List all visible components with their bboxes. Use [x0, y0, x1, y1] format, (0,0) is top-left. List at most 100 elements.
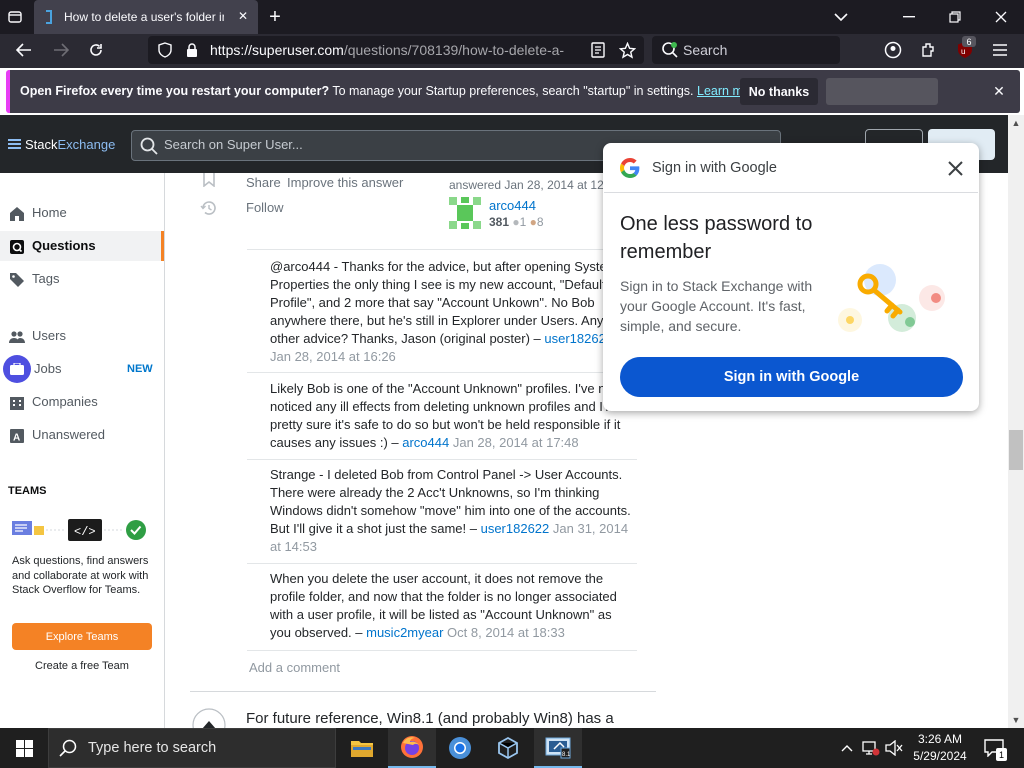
minimize-icon[interactable]	[900, 8, 918, 26]
scroll-up-icon[interactable]: ▲	[1008, 116, 1024, 130]
menu-hamburger-icon[interactable]	[990, 40, 1010, 60]
explore-teams-button[interactable]: Explore Teams	[12, 623, 152, 650]
sidebar-item-home[interactable]: Home	[0, 198, 164, 228]
virtualbox-icon[interactable]	[484, 728, 532, 768]
window-close-icon[interactable]	[992, 8, 1010, 26]
reload-icon[interactable]	[86, 40, 106, 60]
comment: Strange - I deleted Bob from Control Pan…	[270, 467, 631, 554]
notification-secondary-button[interactable]	[826, 78, 938, 105]
sidebar-item-tags[interactable]: Tags	[0, 264, 164, 294]
browser-tab-active[interactable]: How to delete a user's folder in ✕	[34, 0, 258, 34]
bookmark-star-icon[interactable]	[617, 40, 637, 60]
new-badge: NEW	[127, 363, 153, 375]
notification-text: Open Firefox every time you restart your…	[20, 84, 761, 98]
follow-link[interactable]: Follow	[246, 200, 284, 215]
answer-user-link[interactable]: arco444	[489, 198, 536, 213]
teams-heading: TEAMS	[8, 485, 47, 497]
history-icon[interactable]	[199, 199, 219, 217]
comment-divider	[247, 459, 637, 460]
browser-search-bar[interactable]	[652, 36, 840, 64]
sidebar-item-label: Unanswered	[32, 427, 105, 442]
add-comment-link[interactable]: Add a comment	[249, 660, 340, 675]
back-arrow-icon[interactable]	[14, 40, 34, 60]
show-hidden-icons-icon[interactable]	[838, 738, 856, 758]
home-icon	[9, 206, 25, 222]
popup-title: Sign in with Google	[652, 160, 777, 176]
comment-date: Jan 28, 2014 at 17:48	[452, 435, 579, 450]
restore-icon[interactable]	[946, 8, 964, 26]
comment-user-link[interactable]: arco444	[402, 435, 449, 450]
close-tab-icon[interactable]: ✕	[234, 7, 252, 25]
lock-icon[interactable]	[184, 41, 200, 59]
unanswered-icon: A	[9, 428, 25, 444]
stackexchange-logo[interactable]: StackExchange	[8, 137, 115, 152]
scrollbar-thumb[interactable]	[1009, 430, 1023, 470]
comment-user-link[interactable]: music2myear	[366, 625, 443, 640]
close-popup-icon[interactable]	[944, 157, 966, 179]
windows-start-icon[interactable]	[0, 728, 48, 768]
popup-divider	[604, 192, 978, 193]
google-logo-icon	[620, 158, 640, 178]
svg-text:u: u	[961, 47, 965, 56]
tab-title: How to delete a user's folder in	[64, 10, 224, 24]
taskbar-search-icon	[58, 738, 78, 758]
taskbar-clock[interactable]: 3:26 AM 5/29/2024	[905, 731, 975, 765]
forward-arrow-icon[interactable]	[51, 40, 71, 60]
search-icon	[139, 136, 159, 156]
create-free-team-link[interactable]: Create a free Team	[35, 660, 129, 672]
search-engine-icon[interactable]	[660, 40, 680, 60]
tag-icon	[9, 272, 25, 288]
google-signin-button[interactable]: Sign in with Google	[620, 357, 963, 397]
browser-search-placeholder: Search	[683, 42, 728, 58]
svg-text:8.1: 8.1	[562, 752, 571, 758]
upvote-icon[interactable]	[192, 708, 226, 730]
close-notification-icon[interactable]: ✕	[990, 82, 1008, 100]
share-link[interactable]: Share	[246, 175, 281, 190]
file-explorer-icon[interactable]	[338, 728, 386, 768]
page-scrollbar[interactable]	[1008, 115, 1024, 728]
bookmark-icon[interactable]	[200, 172, 218, 188]
teams-illustration: </>	[12, 517, 152, 543]
account-icon[interactable]	[883, 40, 903, 60]
url-text[interactable]: https://superuser.com/questions/708139/h…	[210, 42, 575, 58]
users-icon	[9, 329, 25, 345]
sidebar-item-jobs[interactable]: Jobs NEW	[0, 354, 164, 384]
sidebar-item-label: Companies	[32, 394, 98, 409]
sidebar-item-users[interactable]: Users	[0, 321, 164, 351]
new-tab-icon[interactable]: +	[265, 6, 285, 28]
comment-divider	[247, 650, 637, 651]
virtual-machine-icon[interactable]: 8.1	[534, 728, 582, 768]
sidebar-item-questions[interactable]: Questions	[0, 231, 164, 261]
superuser-favicon	[42, 9, 58, 25]
answer-divider	[190, 691, 656, 692]
comment-date: Oct 8, 2014 at 18:33	[447, 625, 565, 640]
questions-icon	[9, 239, 25, 255]
sidebar-item-label: Questions	[32, 238, 96, 253]
firefox-icon[interactable]	[388, 728, 436, 768]
chromium-icon[interactable]	[436, 728, 484, 768]
taskbar-search-placeholder: Type here to search	[88, 740, 217, 756]
sidebar-item-companies[interactable]: Companies	[0, 387, 164, 417]
jobs-icon	[3, 355, 31, 383]
volume-muted-icon[interactable]	[884, 738, 904, 758]
shield-icon[interactable]	[156, 41, 174, 59]
extensions-icon[interactable]	[919, 40, 939, 60]
popup-heading: One less password to remember	[620, 213, 813, 263]
tab-list-icon[interactable]	[6, 8, 24, 26]
comment-divider	[247, 563, 637, 564]
improve-answer-link[interactable]: Improve this answer	[287, 175, 403, 190]
comment: Likely Bob is one of the "Account Unknow…	[270, 381, 631, 450]
user-avatar[interactable]	[449, 197, 481, 229]
svg-text:</>: </>	[74, 525, 96, 539]
popup-description: Sign in to Stack Exchange with your Goog…	[620, 278, 813, 334]
comment-user-link[interactable]: user182622	[481, 521, 550, 536]
reader-view-icon[interactable]	[589, 41, 607, 59]
no-thanks-button[interactable]: No thanks	[740, 78, 818, 105]
svg-text:A: A	[13, 433, 20, 444]
sidebar-item-unanswered[interactable]: A Unanswered	[0, 420, 164, 450]
chevron-down-icon[interactable]	[832, 8, 850, 26]
network-icon[interactable]	[861, 738, 881, 758]
site-search-placeholder: Search on Super User...	[164, 137, 303, 152]
comment-divider	[247, 249, 637, 250]
scroll-down-icon[interactable]: ▼	[1008, 713, 1024, 727]
